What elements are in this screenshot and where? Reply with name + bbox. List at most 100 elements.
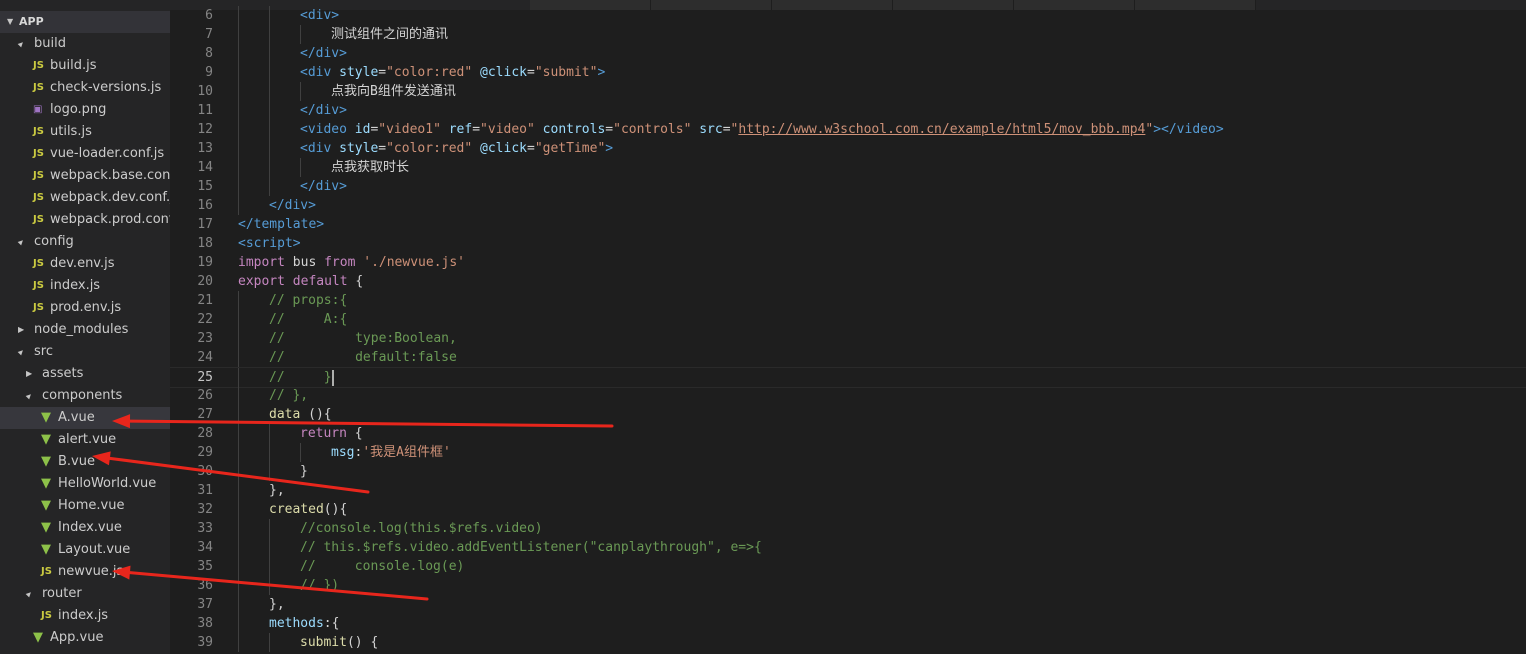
indent-guide [269,576,270,595]
code-token: "controls" [613,122,692,137]
code-line[interactable]: 6 <div> [170,6,1526,25]
indent-guide [238,25,239,44]
vue-file-icon: ▼ [41,454,51,469]
code-line[interactable]: 15 </div> [170,177,1526,196]
code-line[interactable]: 13 <div style="color:red" @click="getTime… [170,139,1526,158]
tree-file[interactable]: JS newvue.js [0,561,170,583]
code-line[interactable]: 25 // } [170,367,1526,388]
tree-file[interactable]: ▣ logo.png [0,99,170,121]
code-line[interactable]: 33 //console.log(this.$refs.video) [170,519,1526,538]
tree-folder[interactable]: ▲ config [0,231,170,253]
tree-file[interactable]: JS prod.env.js [0,297,170,319]
tree-file[interactable]: JS webpack.dev.conf.js [0,187,170,209]
code-token: export [238,274,285,289]
line-number: 27 [197,407,213,422]
code-line[interactable]: 29 msg:'我是A组件框' [170,443,1526,462]
tree-file[interactable]: JS webpack.base.conf.js [0,165,170,187]
tree-file[interactable]: ▼ App.vue [0,627,170,649]
code-line[interactable]: 7 测试组件之间的通讯 [170,25,1526,44]
code-line[interactable]: 37}, [170,595,1526,614]
code-line[interactable]: 18 <script> [170,234,1526,253]
js-file-icon: JS [33,214,44,225]
code-line[interactable]: 22 // A:{ [170,310,1526,329]
code-line[interactable]: 28 return { [170,424,1526,443]
tree-item-label: index.js [50,278,101,293]
code-token: { [347,274,364,289]
code-line[interactable]: 38 methods:{ [170,614,1526,633]
code-line[interactable]: 14 点我获取时长 [170,158,1526,177]
explorer-section-header[interactable]: ▼ APP [0,11,170,33]
tree-item-label: index.js [58,608,109,623]
code-line[interactable]: 16 </div> [170,196,1526,215]
code-token: "video1" [378,122,441,137]
indent-guide [269,63,270,82]
tree-item-label: vue-loader.conf.js [50,146,165,161]
code-line[interactable]: 11 </div> [170,101,1526,120]
tree-file[interactable]: ▼ A.vue [0,407,170,429]
indent-guide [238,538,239,557]
tree-file[interactable]: ▼ B.vue [0,451,170,473]
code-line[interactable]: 26 // }, [170,386,1526,405]
indent-guide [269,101,270,120]
tree-file[interactable]: ▼ Home.vue [0,495,170,517]
tree-file[interactable]: JS dev.env.js [0,253,170,275]
line-number: 18 [197,236,213,251]
tree-file[interactable]: JS webpack.prod.conf.js [0,209,170,231]
code-text: <div> [300,6,339,25]
tree-file[interactable]: JS check-versions.js [0,77,170,99]
code-line[interactable]: 21 // props:{ [170,291,1526,310]
js-file-icon: JS [33,126,44,137]
code-line[interactable]: 35 // console.log(e) [170,557,1526,576]
indent-guide [238,63,239,82]
tree-folder[interactable]: ▲ build [0,33,170,55]
line-number: 16 [197,198,213,213]
code-line[interactable]: 30} [170,462,1526,481]
code-line[interactable]: 23 // type:Boolean, [170,329,1526,348]
code-line[interactable]: 24 // default:false [170,348,1526,367]
tree-file[interactable]: JS build.js [0,55,170,77]
code-line[interactable]: 32 created(){ [170,500,1526,519]
code-line[interactable]: 27 data (){ [170,405,1526,424]
code-line[interactable]: 20 export default { [170,272,1526,291]
tree-folder[interactable]: ▲ src [0,341,170,363]
code-line[interactable]: 17 </template> [170,215,1526,234]
code-token: = [527,141,535,156]
vue-file-icon: ▼ [41,498,51,513]
code-line[interactable]: 19 import bus from './newvue.js' [170,253,1526,272]
code-token: </div> [269,198,316,213]
code-token: 点我向B组件发送通讯 [331,84,456,99]
js-file-icon: JS [41,566,52,577]
code-line[interactable]: 12 <video id="video1" ref="video" control… [170,120,1526,139]
code-token: // }) [300,578,340,593]
tree-file[interactable]: JS index.js [0,605,170,627]
tree-file[interactable]: JS vue-loader.conf.js [0,143,170,165]
code-line[interactable]: 34 // this.$refs.video.addEventListener("… [170,538,1526,557]
code-line[interactable]: 39 submit() { [170,633,1526,652]
code-token: "getTime" [534,141,606,156]
code-line[interactable]: 8 </div> [170,44,1526,63]
code-token: './newvue.js' [363,255,465,270]
tree-folder[interactable]: ▶ node_modules [0,319,170,341]
chevron-right-icon: ▶ [26,369,33,378]
line-number: 21 [197,293,213,308]
js-file-icon: JS [33,302,44,313]
tree-folder[interactable]: ▲ components [0,385,170,407]
code-editor[interactable]: 6 <div> 7 测试组件之间的通讯 8 </div> 9 <div style="colo… [170,0,1526,654]
code-line[interactable]: 10 点我向B组件发送通讯 [170,82,1526,101]
code-token: ref [448,122,473,137]
tree-folder[interactable]: ▶ assets [0,363,170,385]
indent-guide [238,177,239,196]
code-line[interactable]: 9 <div style="color:red" @click="submit"> [170,63,1526,82]
tree-file[interactable]: ▼ HelloWorld.vue [0,473,170,495]
code-line[interactable]: 36 // }) [170,576,1526,595]
tree-file[interactable]: ▼ Layout.vue [0,539,170,561]
tree-file[interactable]: JS utils.js [0,121,170,143]
tree-file[interactable]: JS index.js [0,275,170,297]
tree-file[interactable]: ▼ alert.vue [0,429,170,451]
tree-file[interactable]: ▼ Index.vue [0,517,170,539]
code-line[interactable]: 31}, [170,481,1526,500]
code-token: 测试组件之间的通讯 [331,27,449,42]
tree-folder[interactable]: ▲ router [0,583,170,605]
tree-item-label: webpack.base.conf.js [50,168,170,183]
